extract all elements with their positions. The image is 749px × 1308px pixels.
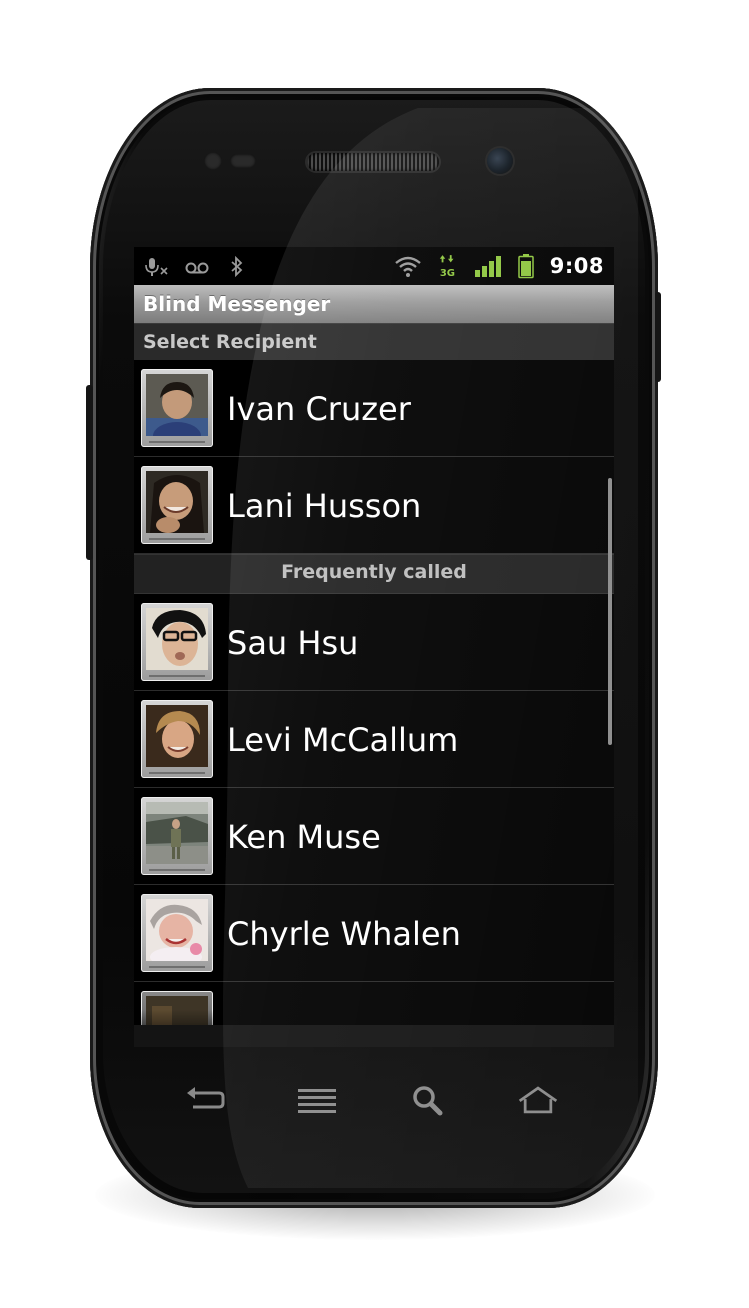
contact-name: Sau Hsu bbox=[227, 624, 359, 662]
avatar bbox=[141, 894, 213, 972]
bluetooth-icon bbox=[231, 256, 243, 278]
avatar bbox=[141, 603, 213, 681]
avatar bbox=[141, 466, 213, 544]
earpiece-speaker bbox=[307, 153, 439, 171]
battery-icon bbox=[518, 254, 534, 279]
search-icon[interactable] bbox=[406, 1083, 450, 1117]
contact-photo bbox=[146, 374, 208, 436]
contact-row[interactable]: Lani Husson bbox=[134, 457, 614, 554]
avatar bbox=[141, 369, 213, 447]
phone-screen: 3G 9:08 Blind Messenger Select Recipient bbox=[134, 247, 614, 1047]
section-header: Frequently called bbox=[134, 554, 614, 594]
front-camera bbox=[487, 148, 513, 174]
scrollbar[interactable] bbox=[608, 478, 612, 745]
avatar bbox=[141, 797, 213, 875]
network-3g-icon: 3G bbox=[439, 255, 455, 279]
section-header-label: Frequently called bbox=[281, 561, 467, 583]
contact-row[interactable]: Ivan Cruzer bbox=[134, 360, 614, 457]
contact-name: Ken Muse bbox=[227, 818, 381, 856]
status-bar: 3G 9:08 bbox=[134, 247, 614, 285]
screen-bottom-edge bbox=[134, 1025, 614, 1047]
contact-row[interactable]: Ken Muse bbox=[134, 788, 614, 885]
app-title: Blind Messenger bbox=[143, 292, 331, 316]
wifi-icon bbox=[394, 256, 421, 277]
signal-icon bbox=[474, 256, 501, 277]
svg-text:3G: 3G bbox=[440, 268, 455, 279]
voicemail-icon bbox=[185, 262, 209, 274]
contact-photo bbox=[146, 608, 208, 670]
menu-icon[interactable] bbox=[296, 1083, 340, 1117]
volume-button[interactable] bbox=[86, 385, 93, 560]
status-clock: 9:08 bbox=[549, 254, 604, 278]
mic-muted-icon bbox=[145, 258, 168, 276]
home-icon[interactable] bbox=[516, 1083, 560, 1117]
contact-name: Lani Husson bbox=[227, 487, 422, 525]
contact-list[interactable]: Ivan Cruzer Lani Husson Frequently calle… bbox=[134, 360, 614, 1047]
contact-row[interactable]: Levi McCallum bbox=[134, 691, 614, 788]
light-sensor bbox=[230, 154, 256, 168]
contact-photo bbox=[146, 802, 208, 864]
contact-row[interactable]: Sau Hsu bbox=[134, 594, 614, 691]
back-icon[interactable] bbox=[183, 1083, 227, 1117]
contact-photo bbox=[146, 705, 208, 767]
proximity-sensor bbox=[204, 152, 222, 170]
subheader: Select Recipient bbox=[134, 323, 614, 360]
contact-name: Ivan Cruzer bbox=[227, 390, 411, 428]
subheader-label: Select Recipient bbox=[143, 331, 317, 353]
contact-name: Levi McCallum bbox=[227, 721, 459, 759]
power-button[interactable] bbox=[655, 292, 661, 382]
app-title-bar: Blind Messenger bbox=[134, 285, 614, 323]
contact-name: Chyrle Whalen bbox=[227, 915, 461, 953]
contact-row[interactable]: Chyrle Whalen bbox=[134, 885, 614, 982]
avatar bbox=[141, 700, 213, 778]
contact-photo bbox=[146, 471, 208, 533]
contact-photo bbox=[146, 899, 208, 961]
